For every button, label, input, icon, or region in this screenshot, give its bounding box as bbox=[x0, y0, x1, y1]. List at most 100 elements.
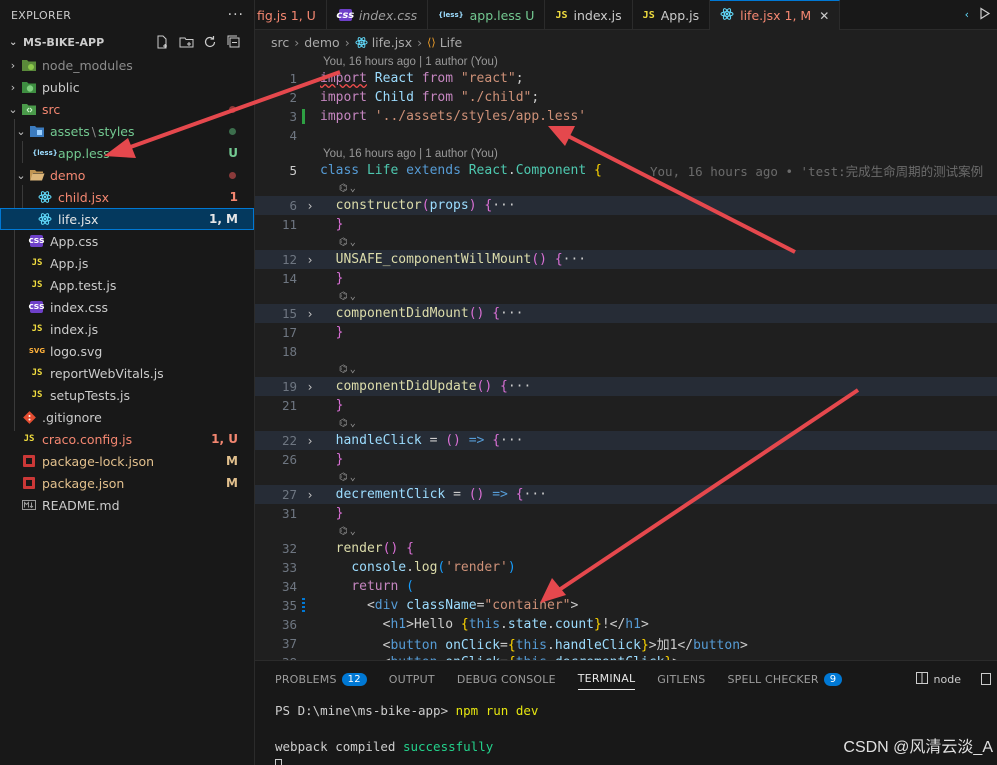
react-component-icon[interactable]: ⌬ ⌄ bbox=[339, 416, 356, 430]
code-line: 32 render() { bbox=[255, 539, 997, 558]
js-file-icon: JS bbox=[642, 9, 655, 21]
tree-item-app-less[interactable]: {less} app.less U bbox=[0, 142, 254, 164]
codelens-author[interactable]: You, 16 hours ago | 1 author (You) bbox=[323, 54, 498, 70]
chevron-right-icon[interactable]: › bbox=[300, 307, 320, 321]
tree-item-label: .gitignore bbox=[42, 409, 102, 425]
chevron-right-icon[interactable]: › bbox=[300, 488, 320, 502]
tab-craco-config[interactable]: fig.js 1, U bbox=[255, 0, 327, 30]
line-number: 37 bbox=[281, 636, 297, 651]
tab-terminal[interactable]: TERMINAL bbox=[577, 668, 636, 690]
breadcrumb-item[interactable]: Life bbox=[440, 35, 463, 50]
explorer-title: EXPLORER bbox=[11, 8, 72, 22]
tab-problems[interactable]: PROBLEMS 12 bbox=[275, 661, 367, 697]
tab-index-js[interactable]: JS index.js bbox=[545, 0, 633, 30]
react-component-icon[interactable]: ⌬ ⌄ bbox=[339, 524, 356, 538]
tree-item-life-jsx[interactable]: life.jsx 1, M bbox=[0, 208, 254, 230]
panel-tabs: PROBLEMS 12 OUTPUT DEBUG CONSOLE TERMINA… bbox=[255, 661, 997, 697]
public-folder-icon bbox=[20, 79, 38, 95]
breadcrumb-item[interactable]: demo bbox=[304, 35, 339, 50]
overflow-tab-icon[interactable]: ‹ bbox=[965, 8, 969, 21]
tree-item-setup-tests-js[interactable]: JS setupTests.js bbox=[0, 384, 254, 406]
tab-life-jsx[interactable]: life.jsx 1, M ✕ bbox=[710, 0, 841, 30]
refresh-icon[interactable] bbox=[202, 34, 218, 50]
line-number: 17 bbox=[281, 325, 297, 340]
breadcrumb-item[interactable]: src bbox=[271, 35, 289, 50]
terminal-selector[interactable]: node bbox=[915, 671, 997, 687]
tab-label: App.js bbox=[660, 7, 700, 23]
error-dot bbox=[229, 171, 236, 179]
new-folder-icon[interactable] bbox=[178, 34, 194, 50]
tree-item-src[interactable]: ⌄ src bbox=[0, 98, 254, 120]
chevron-right-icon[interactable]: › bbox=[300, 253, 320, 267]
new-file-icon[interactable] bbox=[154, 34, 170, 50]
chevron-down-icon: ⌄ bbox=[9, 36, 18, 48]
tab-debug-console[interactable]: DEBUG CONSOLE bbox=[457, 661, 556, 697]
code-line: 18 bbox=[255, 342, 997, 361]
collapse-all-icon[interactable] bbox=[226, 34, 242, 50]
react-file-icon bbox=[720, 7, 734, 24]
tree-item-readme-md[interactable]: README.md bbox=[0, 494, 254, 516]
chevron-right-icon[interactable]: › bbox=[300, 199, 320, 213]
tab-app-js[interactable]: JS App.js bbox=[633, 0, 711, 30]
chevron-down-icon: ⌄ bbox=[16, 168, 26, 182]
terminal-cursor bbox=[275, 759, 282, 765]
code-line: 35 <div className="container"> bbox=[255, 596, 997, 615]
tree-item-app-test-js[interactable]: JS App.test.js bbox=[0, 274, 254, 296]
less-file-icon: {less} bbox=[32, 149, 58, 157]
split-terminal-icon[interactable] bbox=[981, 673, 991, 685]
tree-item-package-lock-json[interactable]: package-lock.json M bbox=[0, 450, 254, 472]
run-icon[interactable] bbox=[979, 6, 991, 23]
problem-count-badge: 1 bbox=[229, 190, 238, 204]
codelens-author[interactable]: You, 16 hours ago | 1 author (You) bbox=[323, 146, 498, 162]
tree-item-logo-svg[interactable]: SVG logo.svg bbox=[0, 340, 254, 362]
tab-index-css[interactable]: css index.css bbox=[327, 0, 429, 30]
js-file-icon: JS bbox=[31, 280, 43, 290]
less-file-icon: {less} bbox=[438, 11, 464, 19]
close-icon[interactable]: ✕ bbox=[819, 9, 829, 23]
breadcrumb-item[interactable]: life.jsx bbox=[372, 35, 412, 50]
tree-item-index-css[interactable]: css index.css bbox=[0, 296, 254, 318]
modified-line-indicator bbox=[302, 598, 305, 613]
tree-item-public[interactable]: › public bbox=[0, 76, 254, 98]
code-line: 19 › componentDidUpdate() {··· bbox=[255, 377, 997, 396]
line-number: 21 bbox=[281, 398, 297, 413]
code-line: 17 } bbox=[255, 323, 997, 342]
tree-item-app-js[interactable]: JS App.js bbox=[0, 252, 254, 274]
tab-gitlens[interactable]: GITLENS bbox=[657, 661, 705, 697]
editor-tabs: fig.js 1, U css index.css {less} app.les… bbox=[255, 0, 997, 30]
project-root[interactable]: ⌄ MS-BIKE-APP bbox=[0, 30, 254, 54]
git-status-badge: 1, M bbox=[208, 212, 238, 226]
tab-label: GITLENS bbox=[657, 672, 706, 686]
line-number: 2 bbox=[289, 90, 297, 105]
tree-item-demo[interactable]: ⌄ demo bbox=[0, 164, 254, 186]
react-component-icon[interactable]: ⌬ ⌄ bbox=[339, 362, 356, 376]
tree-item-app-css[interactable]: css App.css bbox=[0, 230, 254, 252]
breadcrumb: src › demo › life.jsx › ⟨⟩ Life bbox=[255, 30, 997, 54]
tree-item-node-modules[interactable]: › node_modules bbox=[0, 54, 254, 76]
tree-item-child-jsx[interactable]: child.jsx 1 bbox=[0, 186, 254, 208]
tree-item-label: assets bbox=[50, 123, 90, 139]
tree-item-label: App.js bbox=[50, 255, 89, 271]
more-actions-icon[interactable]: ··· bbox=[228, 7, 244, 23]
tree-item-package-json[interactable]: package.json M bbox=[0, 472, 254, 494]
chevron-down-icon: ⌄ bbox=[16, 124, 26, 138]
tree-item-report-web-vitals-js[interactable]: JS reportWebVitals.js bbox=[0, 362, 254, 384]
tree-item-index-js[interactable]: JS index.js bbox=[0, 318, 254, 340]
react-component-icon[interactable]: ⌬ ⌄ bbox=[339, 235, 356, 249]
react-component-icon[interactable]: ⌬ ⌄ bbox=[339, 289, 356, 303]
spell-count-badge: 9 bbox=[823, 672, 843, 686]
chevron-right-icon[interactable]: › bbox=[300, 380, 320, 394]
tree-item-gitignore[interactable]: .gitignore bbox=[0, 406, 254, 428]
code-editor[interactable]: You, 16 hours ago | 1 author (You) 1 imp… bbox=[255, 54, 997, 660]
explorer-actions bbox=[154, 34, 254, 50]
chevron-right-icon[interactable]: › bbox=[300, 434, 320, 448]
code-line: 38 <button onClick={this.decrementClick}… bbox=[255, 653, 997, 660]
tree-item-craco-config-js[interactable]: JS craco.config.js 1, U bbox=[0, 428, 254, 450]
line-number: 36 bbox=[281, 617, 297, 632]
react-component-icon[interactable]: ⌬ ⌄ bbox=[339, 470, 356, 484]
tab-app-less[interactable]: {less} app.less U bbox=[428, 0, 546, 30]
tree-item-assets-styles[interactable]: ⌄ assets \ styles bbox=[0, 120, 254, 142]
react-component-icon[interactable]: ⌬ ⌄ bbox=[339, 181, 356, 195]
tab-output[interactable]: OUTPUT bbox=[389, 661, 435, 697]
tab-spell-checker[interactable]: SPELL CHECKER 9 bbox=[727, 661, 843, 697]
